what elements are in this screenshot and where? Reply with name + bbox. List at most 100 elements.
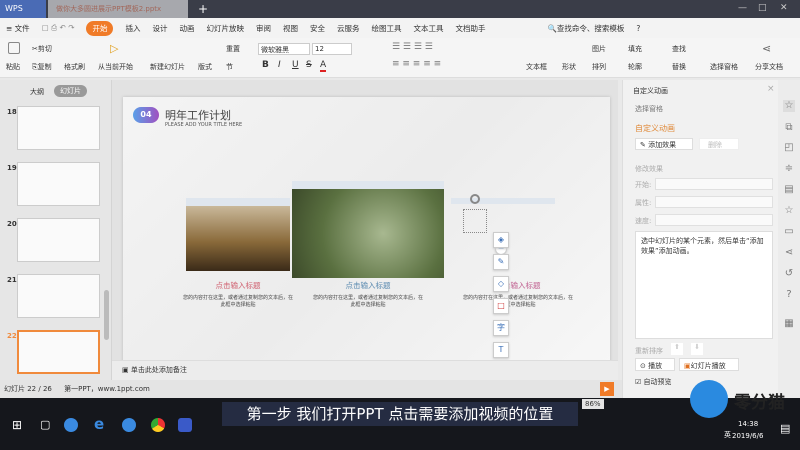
move-down-icon[interactable]: ⬇ xyxy=(691,343,703,355)
slide-thumbnail-selected[interactable] xyxy=(17,330,100,374)
fill-button[interactable]: 填充 xyxy=(628,44,642,54)
new-tab-button[interactable]: + xyxy=(198,2,208,16)
document-tab[interactable]: 做你大多圆进展示PPT模板2.pptx xyxy=(48,0,188,18)
scrollbar[interactable] xyxy=(104,290,109,340)
section-button[interactable]: 节 xyxy=(226,62,233,72)
star-icon[interactable]: ☆ xyxy=(783,205,795,217)
minimize-button[interactable]: — xyxy=(738,3,747,13)
maximize-button[interactable]: □ xyxy=(758,3,767,13)
picture-button[interactable]: 图片 xyxy=(592,44,606,54)
menu-home[interactable]: 开始 xyxy=(86,20,114,36)
menu-animation[interactable]: 动画 xyxy=(179,23,194,34)
slide-title[interactable]: 明年工作计划 xyxy=(165,107,231,123)
slide-subtitle[interactable]: PLEASE ADD YOUR TITLE HERE xyxy=(165,122,242,128)
sunset-photo[interactable] xyxy=(186,198,290,271)
chrome-icon[interactable] xyxy=(151,418,165,432)
layout-button[interactable]: 版式 xyxy=(198,62,212,72)
help-button[interactable]: ? xyxy=(636,24,640,33)
help-icon[interactable]: ? xyxy=(783,289,795,301)
outline-button[interactable]: 轮廓 xyxy=(628,62,642,72)
menu-doc-assistant[interactable]: 文档助手 xyxy=(455,23,485,34)
menu-slideshow[interactable]: 幻灯片放映 xyxy=(206,23,244,34)
font-size-select[interactable]: 12 xyxy=(312,43,352,55)
animation-icon[interactable]: ☆ xyxy=(783,100,795,112)
layers-icon[interactable]: ◈ xyxy=(493,232,509,248)
font-color-button[interactable]: A xyxy=(320,60,327,72)
panel-title[interactable]: 自定义动画 xyxy=(633,86,668,96)
caption-3[interactable]: 点击输入标题 xyxy=(458,280,578,291)
play-from-current-button[interactable]: 从当前开始 xyxy=(98,62,133,72)
font-family-select[interactable]: 微软雅黑 xyxy=(258,43,310,55)
history-icon[interactable]: ↺ xyxy=(783,268,795,280)
fill-icon[interactable]: ◇ xyxy=(493,276,509,292)
delete-button[interactable]: 删除 xyxy=(699,138,739,150)
menu-text-tools[interactable]: 文本工具 xyxy=(413,23,443,34)
quick-access-icons[interactable]: ▢ ⎙ ↶ ↷ xyxy=(42,23,75,33)
app-icon[interactable] xyxy=(64,418,78,432)
bold-button[interactable]: B xyxy=(262,60,269,70)
clock-time[interactable]: 14:38 xyxy=(738,420,758,428)
align-tools[interactable]: ≡ ≡ ≡ ≡ ≡ xyxy=(392,59,441,69)
panel-close-icon[interactable]: × xyxy=(767,84,775,94)
start-select[interactable] xyxy=(655,178,773,190)
video-placeholder-frame[interactable] xyxy=(451,198,555,204)
tab-slides[interactable]: 幻灯片 xyxy=(54,85,87,97)
caption-2[interactable]: 点击输入标题 xyxy=(308,280,428,291)
paste-icon[interactable] xyxy=(8,42,20,54)
new-slide-button[interactable]: 新建幻灯片 xyxy=(150,62,185,72)
underline-button[interactable]: U xyxy=(292,60,299,70)
menu-insert[interactable]: 插入 xyxy=(125,23,140,34)
selection-pane-button[interactable]: 选择窗格 xyxy=(710,62,738,72)
copy-button[interactable]: ⎘复制 xyxy=(32,62,52,72)
caption-1[interactable]: 点击输入标题 xyxy=(178,280,298,291)
selection-handles[interactable] xyxy=(463,209,487,233)
reset-button[interactable]: 重置 xyxy=(226,44,240,54)
layout-icon[interactable]: ▭ xyxy=(783,226,795,238)
speed-select[interactable] xyxy=(655,214,773,226)
text-icon[interactable]: 字 xyxy=(493,320,509,336)
menu-security[interactable]: 安全 xyxy=(310,23,325,34)
properties-icon[interactable]: ≑ xyxy=(783,163,795,175)
menu-design[interactable]: 设计 xyxy=(152,23,167,34)
notification-icon[interactable]: ▤ xyxy=(780,422,790,435)
description-3[interactable]: 您的内容打在这里，或者通过复制您的文本后，在此框中选择粘贴 xyxy=(463,295,573,309)
textbox-icon[interactable]: T xyxy=(493,342,509,358)
menu-cloud[interactable]: 云服务 xyxy=(337,23,360,34)
transition-icon[interactable]: ⧉ xyxy=(783,122,795,134)
file-menu[interactable]: ≡ 文件 xyxy=(6,23,30,34)
shapes-icon[interactable]: ◰ xyxy=(783,142,795,154)
close-button[interactable]: ✕ xyxy=(780,3,788,13)
autopreview-checkbox[interactable]: ☑ 自动预览 xyxy=(635,377,672,387)
description-1[interactable]: 您的内容打在这里，或者通过复制您的文本后，在此框中选择粘贴 xyxy=(183,295,293,309)
description-2[interactable]: 您的内容打在这里，或者通过复制您的文本后，在此框中选择粘贴 xyxy=(313,295,423,309)
paste-button[interactable]: 粘贴 xyxy=(6,62,20,72)
ime-indicator[interactable]: 英 xyxy=(724,430,731,440)
property-select[interactable] xyxy=(655,196,773,208)
play-button[interactable]: ⊙ 播放 xyxy=(635,358,675,371)
clock-date[interactable]: 2019/6/6 xyxy=(732,432,763,440)
add-effect-button[interactable]: ✎ 添加效果 xyxy=(635,138,693,150)
find-button[interactable]: 查找 xyxy=(672,44,686,54)
menu-review[interactable]: 审阅 xyxy=(256,23,271,34)
slide-thumbnail[interactable] xyxy=(17,218,100,262)
rotate-handle-icon[interactable] xyxy=(470,194,480,204)
task-view-icon[interactable]: ▢ xyxy=(40,418,50,431)
slide-thumbnail[interactable] xyxy=(17,106,100,150)
edge-icon[interactable]: e xyxy=(94,415,104,433)
spiderweb-photo[interactable] xyxy=(292,181,444,278)
outline-icon[interactable]: □ xyxy=(493,298,509,314)
shape-button[interactable]: 形状 xyxy=(562,62,576,72)
strikethrough-button[interactable]: S xyxy=(306,60,312,70)
pen-icon[interactable]: ✎ xyxy=(493,254,509,270)
textbox-button[interactable]: 文本框 xyxy=(526,62,547,72)
wps-taskbar-icon[interactable] xyxy=(178,418,192,432)
slideshow-button[interactable]: ▣幻灯片播放 xyxy=(679,358,739,371)
notes-area[interactable]: ▣ 单击此处添加备注 xyxy=(112,360,618,380)
slideshow-play-button[interactable]: ▶ xyxy=(600,382,614,396)
slide-thumbnail[interactable] xyxy=(17,274,100,318)
slide-thumbnail[interactable] xyxy=(17,162,100,206)
menu-view[interactable]: 视图 xyxy=(283,23,298,34)
tab-outline[interactable]: 大纲 xyxy=(30,87,44,97)
arrange-button[interactable]: 排列 xyxy=(592,62,606,72)
search-command[interactable]: 🔍查找命令、搜索模板 xyxy=(547,23,624,34)
